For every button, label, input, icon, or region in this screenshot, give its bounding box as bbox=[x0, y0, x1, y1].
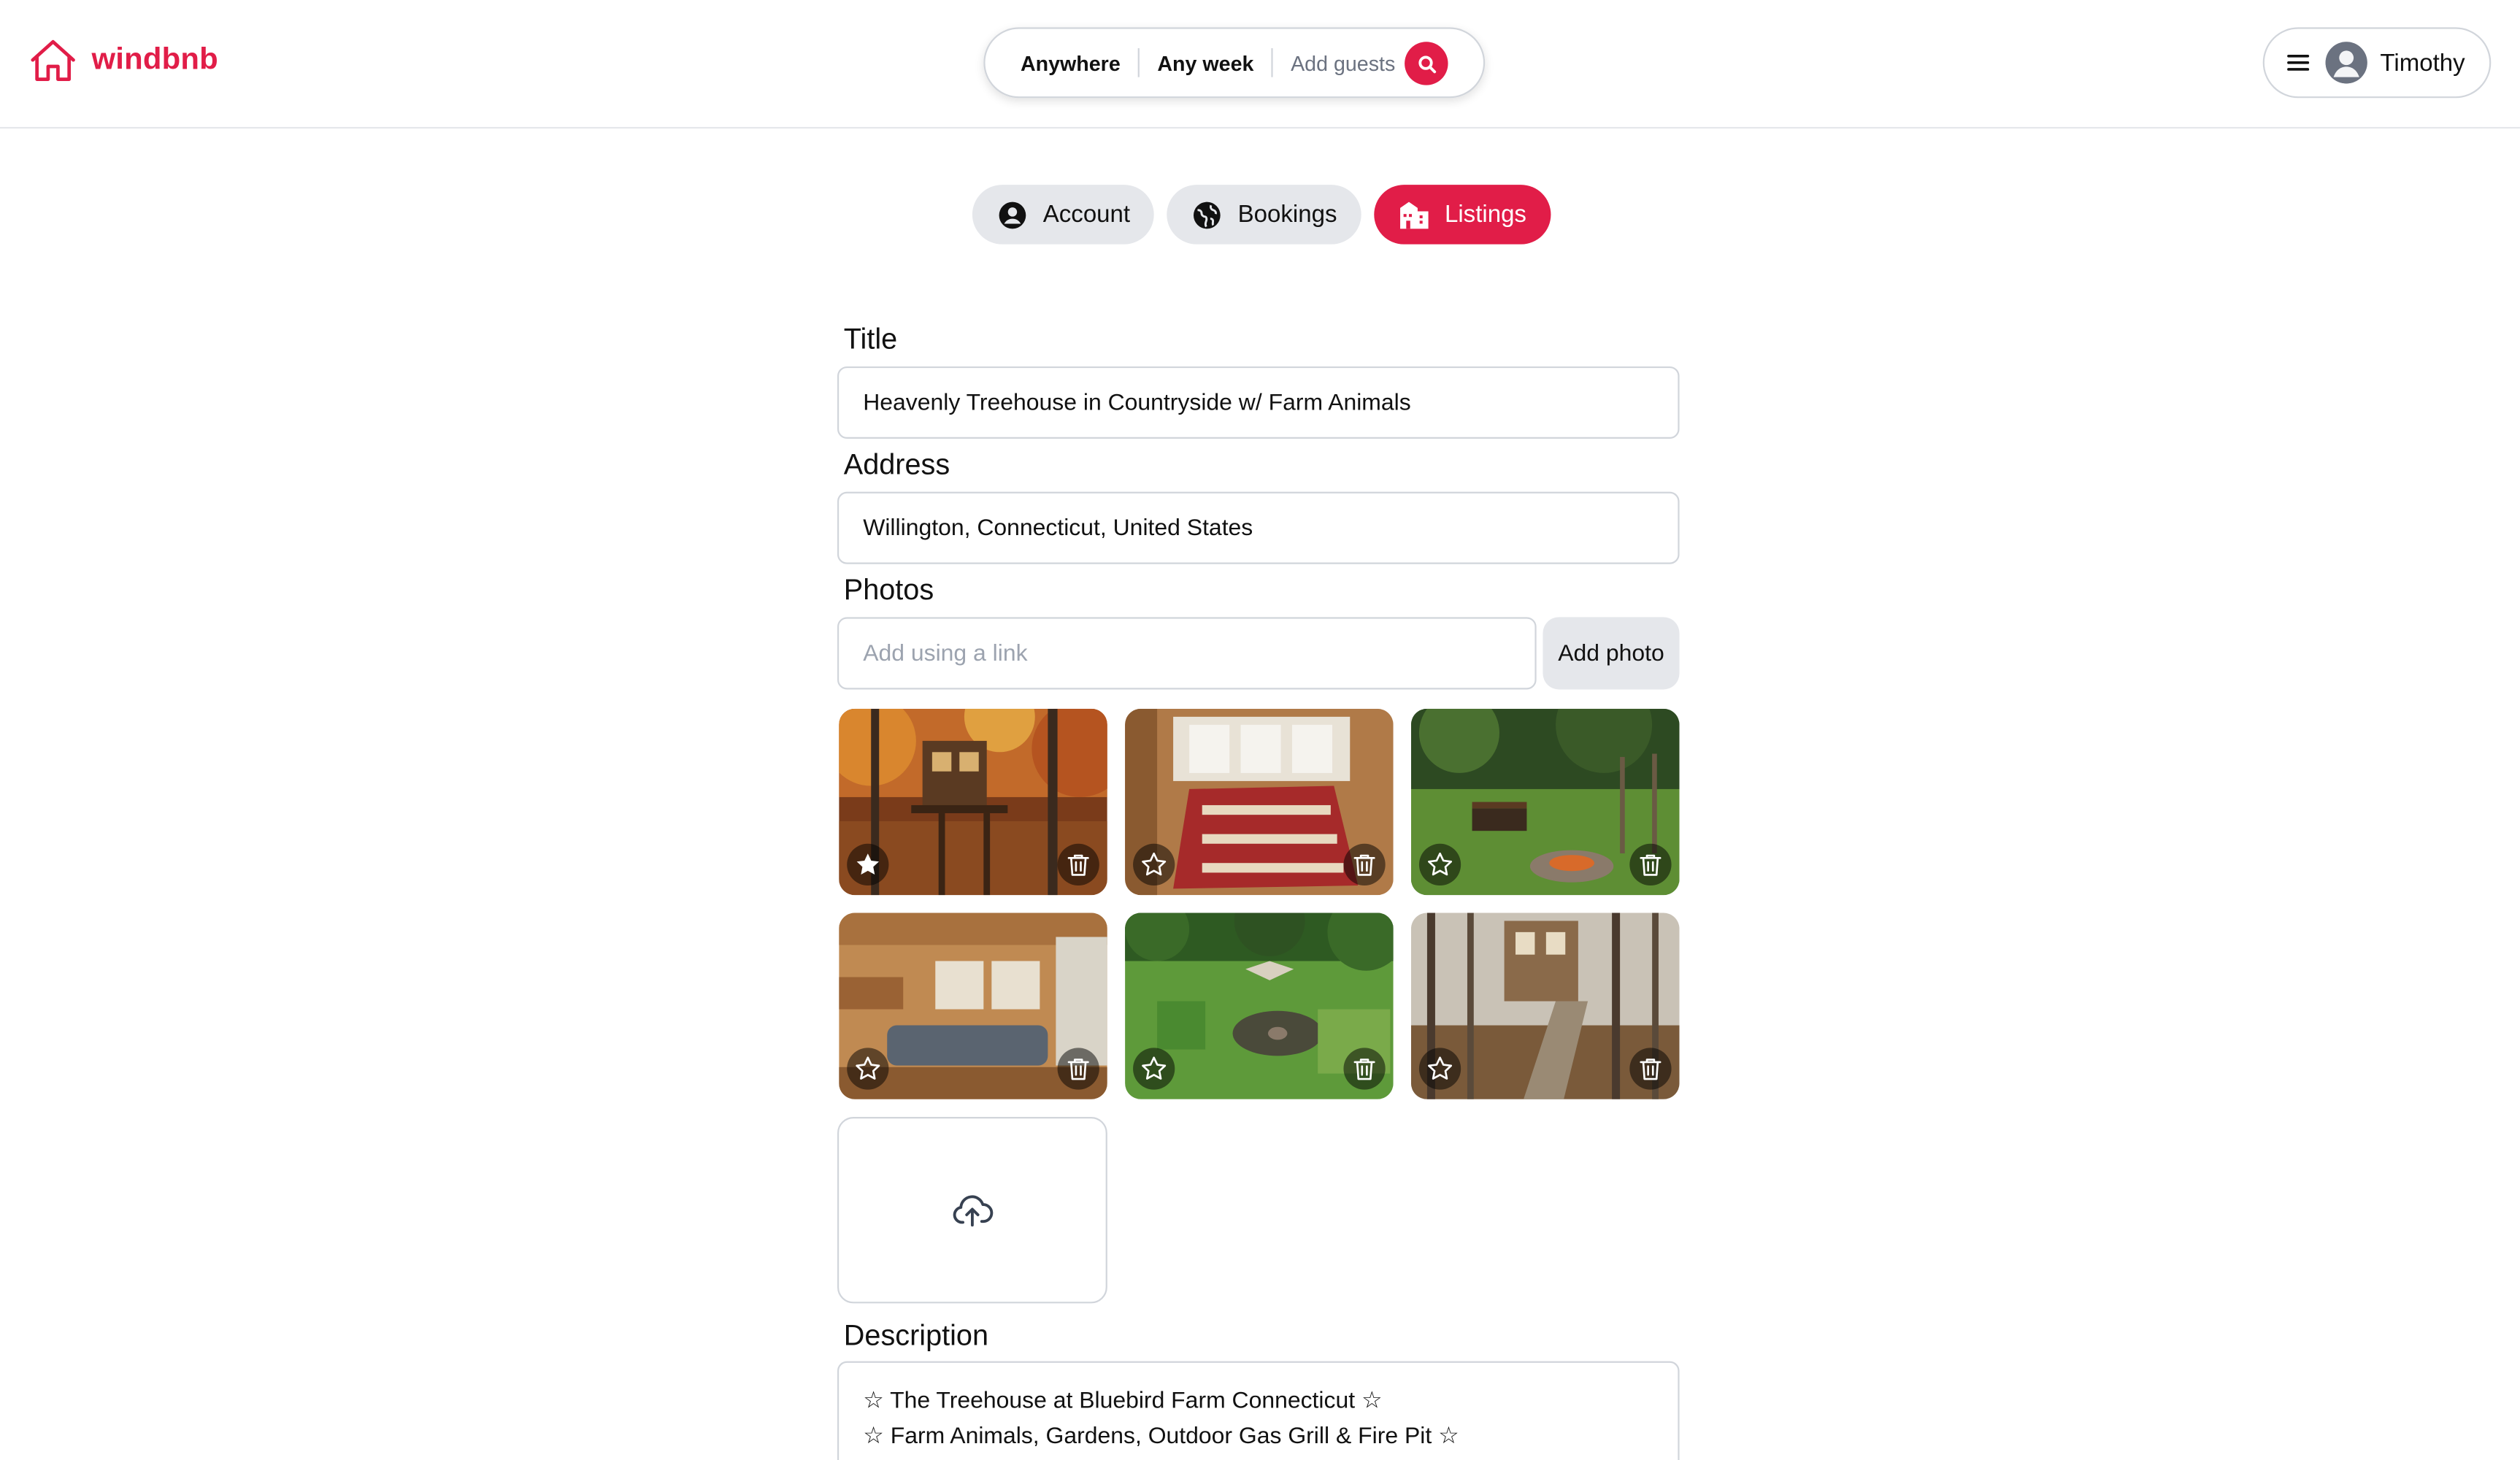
tab-label: Account bbox=[1042, 201, 1131, 228]
star-outline-icon bbox=[1428, 852, 1453, 876]
trash-icon bbox=[1353, 854, 1375, 876]
delete-photo-button[interactable] bbox=[1343, 843, 1386, 886]
avatar bbox=[2325, 42, 2367, 84]
upload-photo-button[interactable] bbox=[837, 1117, 1107, 1304]
listing-photo[interactable] bbox=[1410, 708, 1680, 896]
search-guests[interactable]: Add guests bbox=[1291, 50, 1395, 74]
home-icon bbox=[27, 35, 78, 86]
title-value: Heavenly Treehouse in Countryside w/ Far… bbox=[863, 389, 1411, 416]
tab-bookings[interactable]: Bookings bbox=[1167, 185, 1361, 245]
user-circle-icon bbox=[999, 201, 1026, 228]
user-menu-button[interactable]: Timothy bbox=[2262, 27, 2492, 99]
trash-icon bbox=[1067, 1058, 1089, 1080]
description-line: ☆ The Treehouse at Bluebird Farm Connect… bbox=[863, 1388, 1383, 1415]
address-value: Willington, Connecticut, United States bbox=[863, 515, 1253, 541]
description-line: ☆ Farm Animals, Gardens, Outdoor Gas Gri… bbox=[863, 1424, 1459, 1450]
description-textarea[interactable]: ☆ The Treehouse at Bluebird Farm Connect… bbox=[837, 1361, 1680, 1460]
tab-account[interactable]: Account bbox=[972, 185, 1155, 245]
delete-photo-button[interactable] bbox=[1057, 1048, 1099, 1090]
photo-link-input[interactable]: Add using a link bbox=[837, 617, 1537, 690]
search-location[interactable]: Anywhere bbox=[1021, 50, 1121, 74]
trash-icon bbox=[1640, 854, 1662, 876]
photos-label: Photos bbox=[843, 573, 934, 606]
set-main-photo-button[interactable] bbox=[847, 843, 889, 886]
tab-label: Bookings bbox=[1237, 201, 1337, 228]
listing-photo[interactable] bbox=[839, 708, 1107, 896]
photo-link-placeholder: Add using a link bbox=[863, 640, 1028, 666]
page: windbnb Anywhere Any week Add guests Tim… bbox=[0, 0, 2520, 1460]
logo[interactable]: windbnb bbox=[27, 35, 218, 86]
cloud-upload-icon bbox=[953, 1195, 994, 1227]
account-tabs: Account Bookings Listings bbox=[972, 185, 1551, 245]
delete-photo-button[interactable] bbox=[1057, 843, 1099, 886]
star-outline-icon bbox=[856, 1056, 880, 1080]
user-name: Timothy bbox=[2380, 49, 2465, 77]
add-photo-button[interactable]: Add photo bbox=[1543, 617, 1680, 690]
search-button[interactable] bbox=[1405, 42, 1448, 85]
search-week[interactable]: Any week bbox=[1157, 50, 1253, 74]
globe-icon bbox=[1194, 201, 1221, 228]
search-bar[interactable]: Anywhere Any week Add guests bbox=[983, 27, 1486, 99]
listing-photo[interactable] bbox=[839, 912, 1107, 1099]
search-divider bbox=[1137, 48, 1140, 77]
trash-icon bbox=[1353, 1058, 1375, 1080]
star-outline-icon bbox=[1428, 1056, 1453, 1080]
listing-photo[interactable] bbox=[1125, 912, 1394, 1099]
title-input[interactable]: Heavenly Treehouse in Countryside w/ Far… bbox=[837, 366, 1680, 439]
set-main-photo-button[interactable] bbox=[1418, 843, 1461, 886]
tab-listings[interactable]: Listings bbox=[1374, 185, 1551, 245]
search-icon bbox=[1418, 55, 1436, 73]
set-main-photo-button[interactable] bbox=[1133, 1048, 1175, 1090]
set-main-photo-button[interactable] bbox=[1418, 1048, 1461, 1090]
building-icon bbox=[1399, 201, 1429, 228]
delete-photo-button[interactable] bbox=[1629, 1048, 1672, 1090]
set-main-photo-button[interactable] bbox=[1133, 843, 1175, 886]
delete-photo-button[interactable] bbox=[1629, 843, 1672, 886]
star-outline-icon bbox=[1142, 1056, 1167, 1080]
menu-icon bbox=[2283, 48, 2313, 77]
title-label: Title bbox=[843, 323, 898, 356]
address-label: Address bbox=[843, 448, 950, 481]
trash-icon bbox=[1640, 1058, 1662, 1080]
description-label: Description bbox=[843, 1319, 989, 1352]
star-filled-icon bbox=[856, 853, 880, 875]
tab-label: Listings bbox=[1444, 201, 1526, 228]
search-divider bbox=[1271, 48, 1273, 77]
star-outline-icon bbox=[1142, 852, 1167, 876]
delete-photo-button[interactable] bbox=[1343, 1048, 1386, 1090]
logo-text: windbnb bbox=[91, 43, 218, 77]
top-header: windbnb Anywhere Any week Add guests Tim… bbox=[0, 0, 2520, 129]
listing-photo[interactable] bbox=[1125, 708, 1394, 896]
trash-icon bbox=[1067, 854, 1089, 876]
set-main-photo-button[interactable] bbox=[847, 1048, 889, 1090]
address-input[interactable]: Willington, Connecticut, United States bbox=[837, 491, 1680, 564]
listing-photo[interactable] bbox=[1410, 912, 1680, 1099]
